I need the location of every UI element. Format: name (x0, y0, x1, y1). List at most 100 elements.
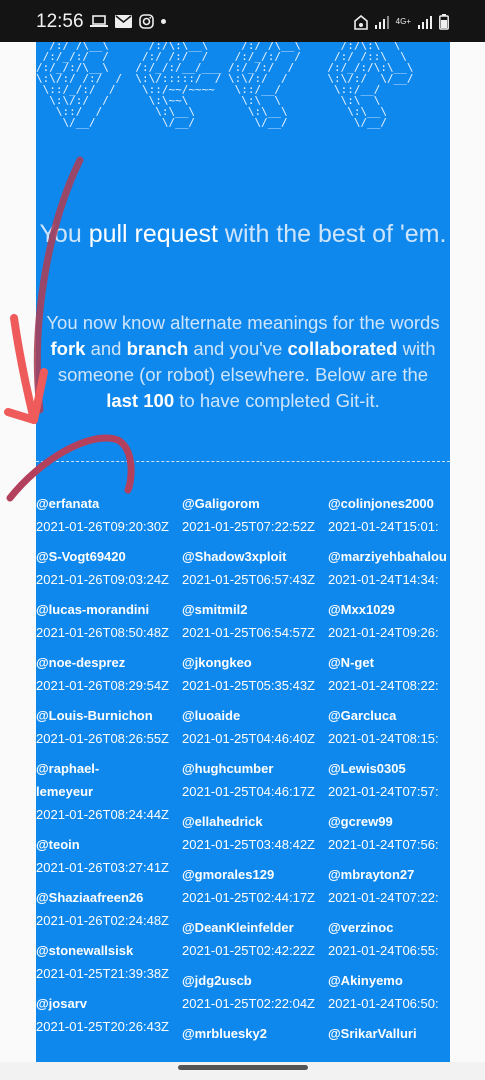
username-link[interactable]: @Garcluca (328, 704, 450, 727)
subtitle-bold: fork (50, 338, 86, 359)
username-link[interactable]: @noe-desprez (36, 651, 182, 674)
username-link[interactable]: @colinjones2000 (328, 492, 450, 515)
username-link[interactable]: @smitmil2 (182, 598, 328, 621)
list-item: @mrbluesky2 (182, 1022, 328, 1045)
ascii-art-banner: /:/ /\__\ /:/\:\__\ /:/ /\__\ /:/\:\ \ /… (36, 42, 414, 129)
username-link[interactable]: @hughcumber (182, 757, 328, 780)
list-item: @Shaziaafreen26 2021-01-26T02:24:48Z (36, 886, 182, 932)
list-item: @Shadow3xploit 2021-01-25T06:57:43Z (182, 545, 328, 591)
username-link[interactable]: @ellahedrick (182, 810, 328, 833)
list-item: @gcrew99 2021-01-24T07:56: (328, 810, 450, 856)
username-link[interactable]: @erfanata (36, 492, 182, 515)
list-item: @S-Vogt69420 2021-01-26T09:03:24Z (36, 545, 182, 591)
list-item: @ellahedrick 2021-01-25T03:48:42Z (182, 810, 328, 856)
timestamp: 2021-01-25T04:46:40Z (182, 731, 315, 746)
git-it-completion-page[interactable]: /:/ /\__\ /:/\:\__\ /:/ /\__\ /:/\:\ \ /… (36, 42, 450, 1062)
list-item: @hughcumber 2021-01-25T04:46:17Z (182, 757, 328, 803)
list-item: @jdg2uscb 2021-01-25T02:22:04Z (182, 969, 328, 1015)
username-link[interactable]: @Galigorom (182, 492, 328, 515)
username-link[interactable]: @Mxx1029 (328, 598, 450, 621)
username-link[interactable]: @jkongkeo (182, 651, 328, 674)
list-item: @jkongkeo 2021-01-25T05:35:43Z (182, 651, 328, 697)
page-margin-left (0, 42, 36, 1062)
timestamp: 2021-01-24T15:01: (328, 519, 439, 534)
list-item: @raphael-lemeyeur 2021-01-26T08:24:44Z (36, 757, 182, 826)
username-link[interactable]: @Shaziaafreen26 (36, 886, 182, 909)
list-item: @mbrayton27 2021-01-24T07:22: (328, 863, 450, 909)
timestamp: 2021-01-26T09:20:30Z (36, 519, 169, 534)
subtitle-text: and you've (188, 338, 288, 359)
list-item: @verzinoc 2021-01-24T06:55: (328, 916, 450, 962)
list-item: @teoin 2021-01-26T03:27:41Z (36, 833, 182, 879)
home-gesture-handle[interactable] (178, 1065, 308, 1070)
timestamp: 2021-01-25T06:54:57Z (182, 625, 315, 640)
username-link[interactable]: @josarv (36, 992, 182, 1015)
username-link[interactable]: @Akinyemo (328, 969, 450, 992)
username-link[interactable]: @DeanKleinfelder (182, 916, 328, 939)
username-link[interactable]: @N-get (328, 651, 450, 674)
timestamp: 2021-01-24T07:22: (328, 890, 439, 905)
username-link[interactable]: @Louis-Burnichon (36, 704, 182, 727)
username-link[interactable]: @Shadow3xploit (182, 545, 328, 568)
timestamp: 2021-01-26T02:24:48Z (36, 913, 169, 928)
list-item: @SrikarValluri (328, 1022, 450, 1045)
hero-post: with the best of 'em. (217, 220, 447, 248)
username-link[interactable]: @marziyehbahalou (328, 545, 450, 568)
timestamp: 2021-01-25T02:44:17Z (182, 890, 315, 905)
list-item: @stonewallsisk 2021-01-25T21:39:38Z (36, 939, 182, 985)
list-item: @smitmil2 2021-01-25T06:54:57Z (182, 598, 328, 644)
timestamp: 2021-01-25T21:39:38Z (36, 966, 169, 981)
username-link[interactable]: @verzinoc (328, 916, 450, 939)
list-item: @Louis-Burnichon 2021-01-26T08:26:55Z (36, 704, 182, 750)
timestamp: 2021-01-24T06:55: (328, 943, 439, 958)
instagram-icon (139, 14, 154, 29)
username-link[interactable]: @gcrew99 (328, 810, 450, 833)
list-item: @luoaide 2021-01-25T04:46:40Z (182, 704, 328, 750)
timestamp: 2021-01-24T07:57: (328, 784, 439, 799)
hero-pre: You (39, 220, 89, 248)
username-link[interactable]: @mrbluesky2 (182, 1022, 328, 1045)
username-link[interactable]: @stonewallsisk (36, 939, 182, 962)
username-link[interactable]: @Lewis0305 (328, 757, 450, 780)
timestamp: 2021-01-24T08:15: (328, 731, 439, 746)
list-item: @lucas-morandini 2021-01-26T08:50:48Z (36, 598, 182, 644)
username-link[interactable]: @gmorales129 (182, 863, 328, 886)
mail-icon (115, 15, 132, 28)
username-link[interactable]: @teoin (36, 833, 182, 856)
timestamp: 2021-01-24T14:34: (328, 572, 439, 587)
laptop-icon (90, 14, 108, 27)
timestamp: 2021-01-25T04:46:17Z (182, 784, 315, 799)
list-item: @Lewis0305 2021-01-24T07:57: (328, 757, 450, 803)
timestamp: 2021-01-24T06:50: (328, 996, 439, 1011)
timestamp: 2021-01-25T03:48:42Z (182, 837, 315, 852)
list-item: @DeanKleinfelder 2021-01-25T02:42:22Z (182, 916, 328, 962)
hero-heading: You pull request with the best of 'em. (36, 218, 450, 250)
timestamp: 2021-01-25T06:57:43Z (182, 572, 315, 587)
list-item: @gmorales129 2021-01-25T02:44:17Z (182, 863, 328, 909)
timestamp: 2021-01-24T09:26: (328, 625, 439, 640)
username-link[interactable]: @raphael-lemeyeur (36, 757, 126, 803)
timestamp: 2021-01-26T08:50:48Z (36, 625, 169, 640)
timestamp: 2021-01-24T07:56: (328, 837, 439, 852)
timestamp: 2021-01-25T02:42:22Z (182, 943, 315, 958)
username-link[interactable]: @mbrayton27 (328, 863, 450, 886)
notification-icons (90, 14, 166, 29)
page-margin-right (450, 42, 485, 1062)
subtitle-text: to have completed Git-it. (174, 390, 380, 411)
status-bar: 12:56 4G+ (0, 0, 485, 42)
timestamp: 2021-01-25T07:22:52Z (182, 519, 315, 534)
username-link[interactable]: @jdg2uscb (182, 969, 328, 992)
timestamp: 2021-01-26T08:24:44Z (36, 807, 169, 822)
username-link[interactable]: @SrikarValluri (328, 1022, 450, 1045)
username-link[interactable]: @luoaide (182, 704, 328, 727)
list-item: @noe-desprez 2021-01-26T08:29:54Z (36, 651, 182, 697)
username-link[interactable]: @S-Vogt69420 (36, 545, 182, 568)
signal-icon (418, 16, 432, 29)
subtitle-text: You now know alternate meanings for the … (46, 312, 440, 333)
status-time: 12:56 (36, 11, 84, 32)
battery-icon (439, 14, 449, 30)
list-item: @josarv 2021-01-25T20:26:43Z (36, 992, 182, 1038)
username-link[interactable]: @lucas-morandini (36, 598, 182, 621)
subtitle-bold: last 100 (106, 390, 175, 411)
section-divider (36, 461, 450, 462)
